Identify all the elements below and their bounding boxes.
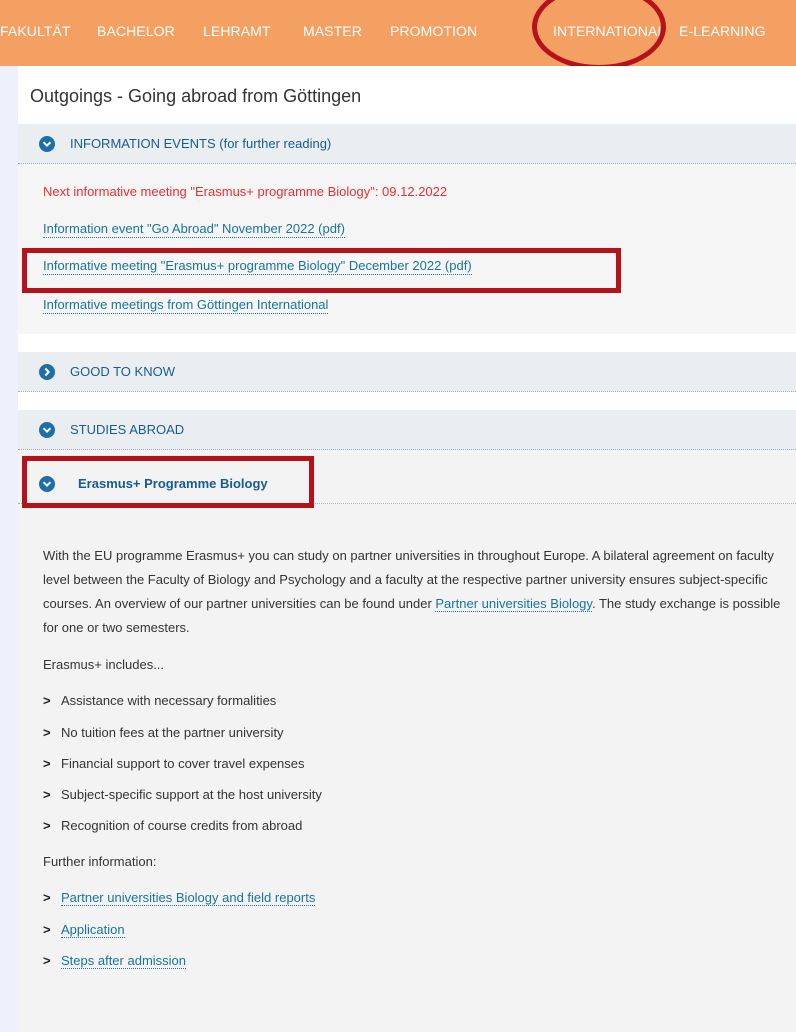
list-item: > Partner universities Biology and field … bbox=[43, 889, 316, 906]
link-go-abroad-pdf[interactable]: Information event "Go Abroad" November 2… bbox=[43, 220, 345, 238]
list-item: > Recognition of course credits from abro… bbox=[43, 817, 302, 834]
list-item-text: Assistance with necessary formalities bbox=[61, 693, 277, 708]
chevron-right-icon: > bbox=[43, 756, 51, 771]
accordion-studies-abroad[interactable]: STUDIES ABROAD bbox=[18, 410, 796, 450]
further-info-label: Further information: bbox=[43, 854, 157, 869]
main-content: Outgoings - Going abroad from Göttingen … bbox=[18, 66, 796, 1032]
accordion-studies-abroad-label: STUDIES ABROAD bbox=[70, 422, 185, 437]
chevron-right-icon: > bbox=[43, 922, 51, 937]
list-item-text: Subject-specific support at the host uni… bbox=[61, 787, 322, 802]
highlight-box-erasmus bbox=[22, 456, 314, 508]
link-partner-universities-reports[interactable]: Partner universities Biology and field r… bbox=[61, 890, 316, 906]
nav-item-lehramt[interactable]: LEHRAMT bbox=[203, 22, 271, 40]
accordion-good-to-know[interactable]: GOOD TO KNOW bbox=[18, 352, 796, 392]
list-item: > Subject-specific support at the host un… bbox=[43, 786, 322, 803]
chevron-down-circle-icon bbox=[39, 136, 55, 152]
link-partner-universities-inline[interactable]: Partner universities Biology bbox=[435, 596, 592, 612]
chevron-down-circle-icon bbox=[39, 422, 55, 438]
list-item: > Assistance with necessary formalities bbox=[43, 692, 276, 709]
nav-item-fakultaet[interactable]: FAKULTÄT bbox=[0, 22, 71, 40]
includes-label: Erasmus+ includes... bbox=[43, 657, 165, 672]
list-item: > No tuition fees at the partner universi… bbox=[43, 724, 284, 741]
list-item: > Application bbox=[43, 921, 125, 938]
nav-item-elearning[interactable]: E-LEARNING bbox=[679, 22, 766, 40]
nav-highlight-ring bbox=[532, 0, 666, 66]
studies-abroad-panel bbox=[18, 450, 796, 1032]
nav-item-bachelor[interactable]: BACHELOR bbox=[97, 22, 175, 40]
chevron-right-icon: > bbox=[43, 725, 51, 740]
top-nav: FAKULTÄT BACHELOR LEHRAMT MASTER PROMOTI… bbox=[0, 0, 796, 66]
highlight-box-pdf-link bbox=[22, 248, 621, 293]
link-steps-after-admission[interactable]: Steps after admission bbox=[61, 953, 187, 969]
list-item-text: No tuition fees at the partner universit… bbox=[61, 725, 284, 740]
link-goettingen-international[interactable]: Informative meetings from Göttingen Inte… bbox=[43, 296, 329, 314]
list-item: > Steps after admission bbox=[43, 952, 187, 969]
announcement-text: Next informative meeting "Erasmus+ progr… bbox=[43, 184, 448, 199]
chevron-right-icon: > bbox=[43, 953, 51, 968]
chevron-right-icon: > bbox=[43, 787, 51, 802]
list-item: > Financial support to cover travel expen… bbox=[43, 755, 305, 772]
chevron-right-circle-icon bbox=[39, 364, 55, 380]
link-application[interactable]: Application bbox=[61, 922, 125, 938]
page-title: Outgoings - Going abroad from Göttingen bbox=[30, 86, 362, 106]
erasmus-description: With the EU programme Erasmus+ you can s… bbox=[43, 544, 788, 640]
chevron-right-icon: > bbox=[43, 890, 51, 905]
accordion-good-to-know-label: GOOD TO KNOW bbox=[70, 364, 175, 379]
list-item-text: Financial support to cover travel expens… bbox=[61, 756, 305, 771]
list-item-text: Recognition of course credits from abroa… bbox=[61, 818, 303, 833]
chevron-right-icon: > bbox=[43, 818, 51, 833]
accordion-info-events-label: INFORMATION EVENTS (for further reading) bbox=[70, 136, 332, 151]
nav-item-master[interactable]: MASTER bbox=[303, 22, 362, 40]
nav-item-promotion[interactable]: PROMOTION bbox=[390, 22, 477, 40]
accordion-info-events[interactable]: INFORMATION EVENTS (for further reading) bbox=[18, 124, 796, 164]
chevron-right-icon: > bbox=[43, 693, 51, 708]
